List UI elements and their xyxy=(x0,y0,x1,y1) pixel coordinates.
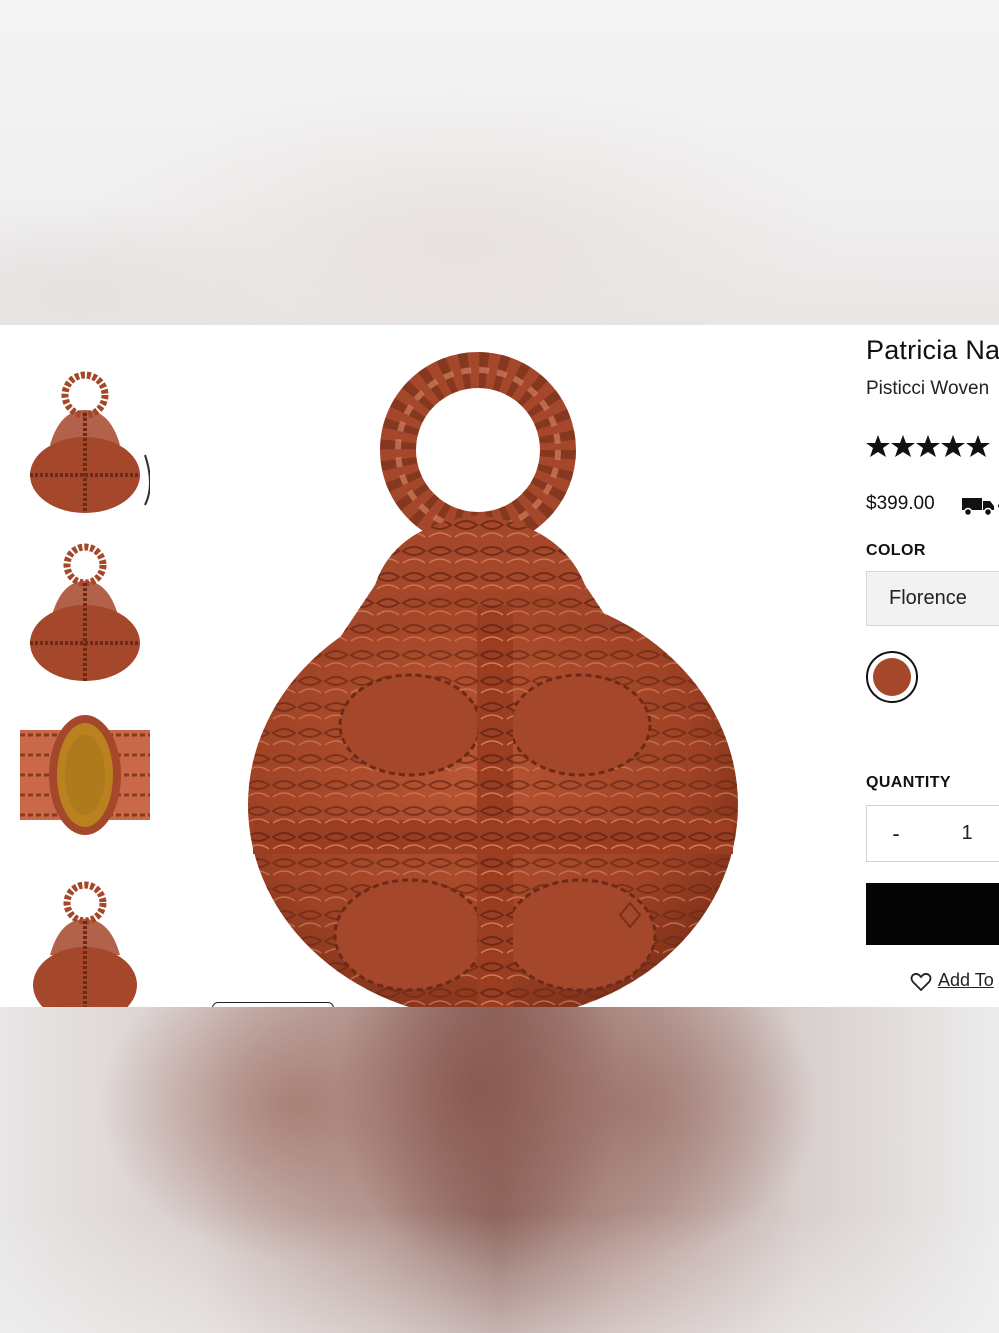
thumbnail-front-view[interactable] xyxy=(20,365,150,515)
quantity-label: QUANTITY xyxy=(866,774,951,791)
blurred-background-bottom xyxy=(0,1007,999,1333)
product-brand: Patricia Na xyxy=(866,335,999,365)
swatch-fill xyxy=(873,658,911,696)
product-price: $399.00 xyxy=(866,493,935,514)
rating-stars[interactable] xyxy=(866,433,996,463)
color-select[interactable]: Florence xyxy=(866,571,999,626)
product-page: Patricia Na Pisticci Woven $399.00 COLOR… xyxy=(0,325,999,1007)
star-rating-icon xyxy=(866,435,990,457)
blurred-background-top xyxy=(0,0,999,325)
thumbnail-interior-view[interactable] xyxy=(20,705,150,855)
product-subtitle: Pisticci Woven xyxy=(866,378,990,399)
shipping-truck-icon xyxy=(962,495,999,522)
quantity-stepper[interactable]: - 1 xyxy=(866,805,999,862)
add-to-bag-button[interactable] xyxy=(866,883,999,945)
color-swatch-florence[interactable] xyxy=(866,651,918,703)
color-label: COLOR xyxy=(866,542,926,559)
wishlist-label: Add To xyxy=(938,970,994,990)
heart-icon xyxy=(910,972,932,992)
thumbnail-side-view[interactable] xyxy=(20,875,150,1007)
thumbnail-back-view[interactable] xyxy=(20,535,150,685)
main-product-image[interactable] xyxy=(245,335,755,1007)
quantity-value[interactable]: 1 xyxy=(937,806,997,861)
quantity-decrease-button[interactable]: - xyxy=(867,806,925,861)
color-select-value: Florence xyxy=(889,587,967,609)
image-carousel-indicator[interactable] xyxy=(212,1002,334,1007)
